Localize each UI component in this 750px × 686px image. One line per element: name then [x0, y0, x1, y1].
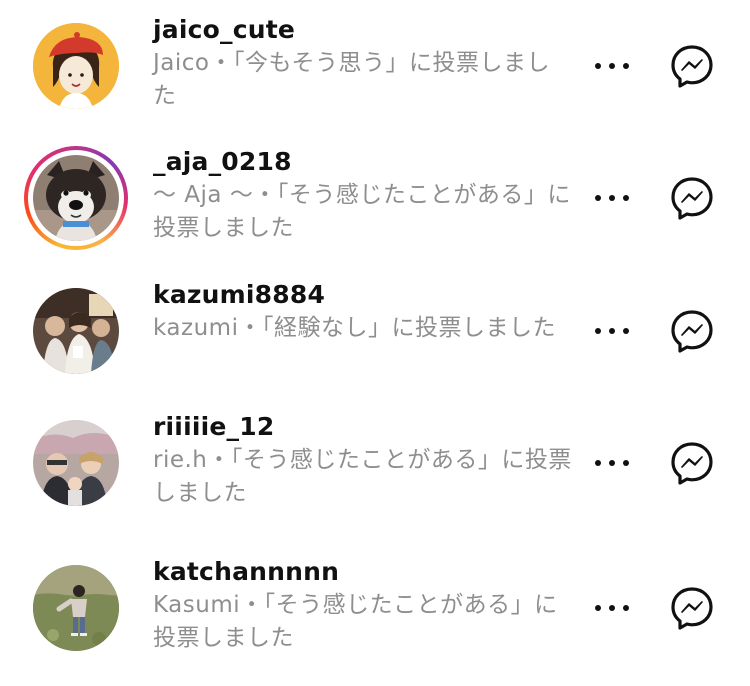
more-options-icon[interactable]: [595, 188, 629, 208]
voters-list: jaico_cute Jaico・「今もそう思う」に投票しました _aja_02…: [0, 0, 750, 667]
vote-description: rie.h・「そう感じたことがある」に投票しました: [153, 447, 572, 506]
list-item[interactable]: _aja_0218 〜 Aja 〜・「そう感じたことがある」に投票しました: [0, 146, 750, 276]
messenger-icon[interactable]: [668, 584, 716, 632]
messenger-icon[interactable]: [668, 174, 716, 222]
list-item[interactable]: riiiiie_12 rie.h・「そう感じたことがある」に投票しました: [0, 411, 750, 541]
list-item[interactable]: jaico_cute Jaico・「今もそう思う」に投票しました: [0, 14, 750, 144]
avatar[interactable]: [24, 556, 128, 660]
more-options-icon[interactable]: [595, 56, 629, 76]
avatar[interactable]: [24, 279, 128, 383]
list-item-text: jaico_cute Jaico・「今もそう思う」に投票しました: [153, 14, 573, 113]
vote-description: Jaico・「今もそう思う」に投票しました: [153, 50, 551, 109]
more-options-icon[interactable]: [595, 453, 629, 473]
messenger-icon[interactable]: [668, 307, 716, 355]
list-item-text: kazumi8884 kazumi・「経験なし」に投票しました: [153, 279, 573, 345]
username[interactable]: katchannnnn: [153, 556, 573, 588]
list-item-text: riiiiie_12 rie.h・「そう感じたことがある」に投票しました: [153, 411, 573, 510]
username[interactable]: riiiiie_12: [153, 411, 573, 443]
list-item-text: _aja_0218 〜 Aja 〜・「そう感じたことがある」に投票しました: [153, 146, 573, 245]
more-options-icon[interactable]: [595, 321, 629, 341]
messenger-icon[interactable]: [668, 42, 716, 90]
messenger-icon[interactable]: [668, 439, 716, 487]
vote-description: kazumi・「経験なし」に投票しました: [153, 315, 556, 341]
username[interactable]: _aja_0218: [153, 146, 573, 178]
username[interactable]: kazumi8884: [153, 279, 573, 311]
list-item[interactable]: kazumi8884 kazumi・「経験なし」に投票しました: [0, 279, 750, 409]
avatar[interactable]: [24, 146, 128, 250]
vote-description: Kasumi・「そう感じたことがある」に投票しました: [153, 592, 558, 651]
username[interactable]: jaico_cute: [153, 14, 573, 46]
vote-description: 〜 Aja 〜・「そう感じたことがある」に投票しました: [153, 182, 571, 241]
more-options-icon[interactable]: [595, 598, 629, 618]
list-item-text: katchannnnn Kasumi・「そう感じたことがある」に投票しました: [153, 556, 573, 655]
avatar[interactable]: [24, 14, 128, 118]
avatar[interactable]: [24, 411, 128, 515]
